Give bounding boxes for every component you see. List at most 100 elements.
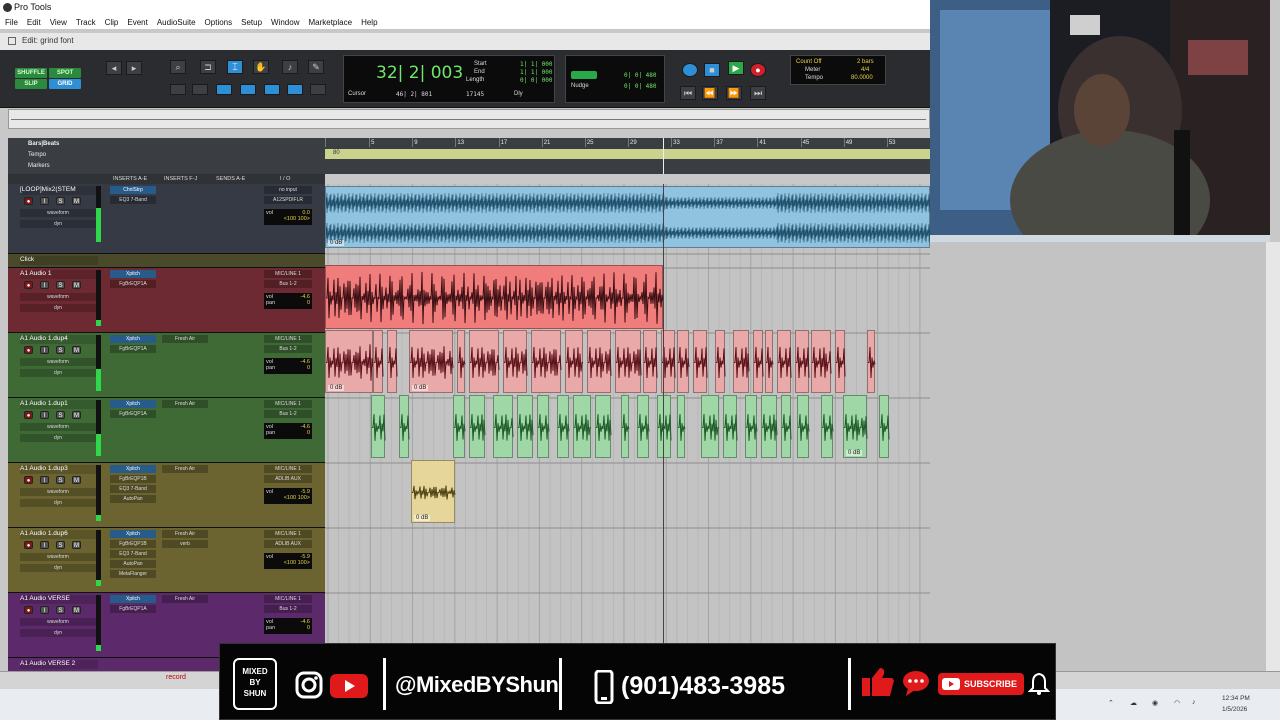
- track-name[interactable]: A1 Audio 1: [20, 270, 98, 279]
- insert-slot[interactable]: MetaFlanger: [110, 570, 156, 578]
- track-view-selector[interactable]: waveform: [20, 423, 96, 431]
- track-name[interactable]: A1 Audio 1.dup4: [20, 335, 98, 344]
- vocal-clip-dup1[interactable]: [537, 395, 550, 458]
- vocal-clip-dup4[interactable]: [643, 330, 658, 393]
- insert-slot[interactable]: FgBrEQP1A: [110, 280, 156, 288]
- solo-button[interactable]: S: [56, 281, 65, 289]
- vocal-clip-dup4[interactable]: 0 dB: [325, 330, 374, 393]
- main-counter[interactable]: 32| 2| 003 Start End Length 1| 1| 000 1|…: [343, 55, 555, 103]
- chevron-up-icon[interactable]: ⌃: [1108, 699, 1114, 707]
- grabber-tool-icon[interactable]: ✋: [253, 60, 269, 74]
- input-selector[interactable]: MIC/LINE 1: [264, 595, 312, 603]
- tempo-ruler-label[interactable]: Tempo: [28, 152, 46, 158]
- output-selector[interactable]: A12SPDIFLR: [264, 196, 312, 204]
- edit-window-overflow[interactable]: [930, 242, 1266, 671]
- insert-slot[interactable]: AutoPan: [110, 495, 156, 503]
- input-monitor-button[interactable]: I: [40, 476, 49, 484]
- record-enable-button[interactable]: ●: [24, 606, 33, 614]
- scrubber-tool-icon[interactable]: ♪: [282, 60, 298, 74]
- mute-button[interactable]: M: [72, 606, 81, 614]
- markers-ruler-label[interactable]: Markers: [28, 163, 50, 169]
- track-name[interactable]: A1 Audio VERSE 2: [20, 660, 98, 669]
- menu-item-view[interactable]: View: [50, 18, 67, 27]
- mute-button[interactable]: M: [72, 346, 81, 354]
- vocal-clip-dup4[interactable]: [387, 330, 398, 393]
- vocal-clip-dup4[interactable]: [503, 330, 528, 393]
- input-selector[interactable]: MIC/LINE 1: [264, 335, 312, 343]
- track-name[interactable]: Click: [20, 256, 98, 265]
- timeline-ruler[interactable]: 80 1591317212529333741454953: [325, 138, 930, 174]
- output-selector[interactable]: Bus 1-2: [264, 605, 312, 613]
- vocal-clip-dup4[interactable]: [715, 330, 726, 393]
- pan-value[interactable]: 0: [307, 365, 310, 371]
- vocal-clip-dup1[interactable]: [517, 395, 534, 458]
- menu-item-window[interactable]: Window: [271, 18, 299, 27]
- track-name[interactable]: A1 Audio 1.dup6: [20, 530, 98, 539]
- insert-slot-fj[interactable]: Fresh Air: [162, 595, 208, 603]
- vocal-clip-dup1[interactable]: 0 dB: [843, 395, 868, 458]
- link-track-icon[interactable]: [192, 84, 208, 95]
- output-selector[interactable]: Bus 1-2: [264, 280, 312, 288]
- clock-time[interactable]: 12:34 PM: [1222, 695, 1250, 702]
- insert-slot[interactable]: FgBrEQP1B: [110, 540, 156, 548]
- insert-slot[interactable]: FgBrEQP1B: [110, 475, 156, 483]
- vocal-clip-dup1[interactable]: [573, 395, 592, 458]
- vocal-clip-dup4[interactable]: [811, 330, 832, 393]
- network-icon[interactable]: ◉: [1152, 699, 1158, 707]
- vocal-clip-dup4[interactable]: [693, 330, 708, 393]
- menu-item-options[interactable]: Options: [205, 18, 233, 27]
- input-selector[interactable]: MIC/LINE 1: [264, 270, 312, 278]
- vocal-clip-dup1[interactable]: [371, 395, 386, 458]
- menu-item-audiosuite[interactable]: AudioSuite: [157, 18, 196, 27]
- solo-button[interactable]: S: [56, 476, 65, 484]
- insert-slot-fj[interactable]: Fresh Air: [162, 335, 208, 343]
- selector-tool-icon[interactable]: ⌶: [227, 60, 243, 74]
- insert-slot[interactable]: Xpitch: [110, 270, 156, 278]
- track-view-selector[interactable]: waveform: [20, 488, 96, 496]
- automation-selector[interactable]: dyn: [20, 220, 96, 228]
- slip-mode-button[interactable]: SLIP: [15, 79, 47, 89]
- automation-selector[interactable]: dyn: [20, 369, 96, 377]
- vocal-clip-dup4[interactable]: [373, 330, 384, 393]
- vocal-clip-dup4[interactable]: [615, 330, 642, 393]
- output-selector[interactable]: Bus 1-2: [264, 345, 312, 353]
- record-enable-button[interactable]: ●: [24, 476, 33, 484]
- insert-slot[interactable]: FgBrEQP1A: [110, 410, 156, 418]
- rewind-icon[interactable]: ⏪: [702, 86, 718, 100]
- edit-window-playlist-area[interactable]: 0 dB 0 dB 0 dB 0 dB 0 dB: [325, 184, 1259, 671]
- pan-value[interactable]: 0: [307, 625, 310, 631]
- loop-clip[interactable]: 0 dB: [325, 186, 931, 248]
- volume-pan-readout[interactable]: vol -5.9 <100 100>: [264, 553, 312, 569]
- mute-button[interactable]: M: [72, 411, 81, 419]
- tempo-ruler[interactable]: 80: [325, 149, 930, 159]
- vocal-clip-dup4[interactable]: [753, 330, 764, 393]
- link-timeline-icon[interactable]: [170, 84, 186, 95]
- automation-selector[interactable]: dyn: [20, 564, 96, 572]
- fast-forward-icon[interactable]: ⏩: [726, 86, 742, 100]
- pan-value[interactable]: <100 100>: [284, 216, 310, 222]
- mute-button[interactable]: M: [72, 541, 81, 549]
- spot-mode-button[interactable]: SPOT: [49, 68, 81, 78]
- volume-pan-readout[interactable]: vol -4.6 pan 0: [264, 358, 312, 374]
- automation-selector[interactable]: dyn: [20, 499, 96, 507]
- vocal-clip-dup1[interactable]: [761, 395, 778, 458]
- vocal-clip-dup4[interactable]: [765, 330, 774, 393]
- menu-item-help[interactable]: Help: [361, 18, 377, 27]
- record-enable-button[interactable]: ●: [24, 411, 33, 419]
- vocal-clip-dup4[interactable]: [457, 330, 466, 393]
- insert-slot[interactable]: FgBrEQP1A: [110, 605, 156, 613]
- record-enable-button[interactable]: ●: [24, 197, 33, 205]
- insert-slot[interactable]: Xpitch: [110, 595, 156, 603]
- vocal-clip-dup1[interactable]: [657, 395, 672, 458]
- vocal-clip-dup4[interactable]: 0 dB: [409, 330, 454, 393]
- vocal-clip-dup1[interactable]: [595, 395, 612, 458]
- volume-pan-readout[interactable]: vol -4.6 pan 0: [264, 618, 312, 634]
- play-icon[interactable]: ▶: [728, 61, 744, 75]
- track-name[interactable]: A1 Audio 1.dup1: [20, 400, 98, 409]
- vocal-clip-dup4[interactable]: [469, 330, 500, 393]
- track-view-selector[interactable]: waveform: [20, 209, 96, 217]
- vocal-clip-dup4[interactable]: [531, 330, 562, 393]
- record-icon[interactable]: ●: [750, 63, 766, 77]
- track-name[interactable]: A1 Audio VERSE: [20, 595, 98, 604]
- tab-to-transients-icon[interactable]: [216, 84, 232, 95]
